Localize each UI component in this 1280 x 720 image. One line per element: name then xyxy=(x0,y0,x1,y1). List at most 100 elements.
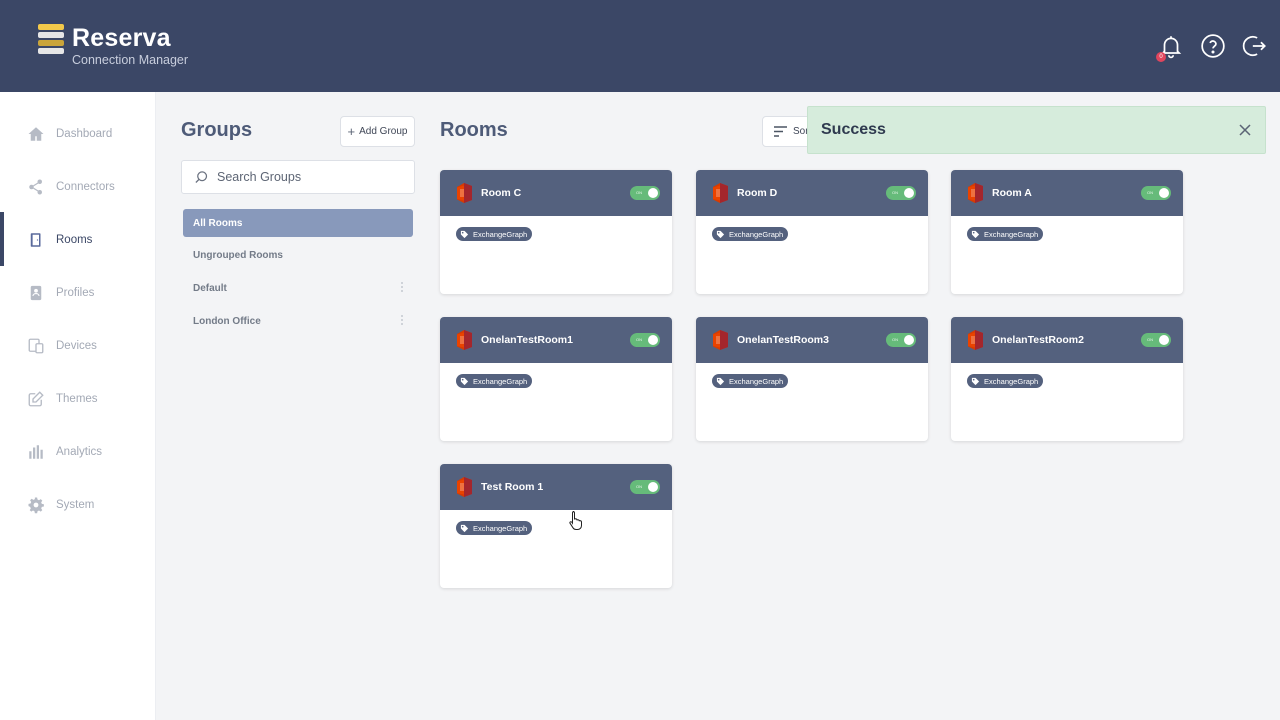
sidebar-item-label: System xyxy=(56,499,95,511)
room-enabled-toggle[interactable]: ON xyxy=(1141,333,1171,347)
group-item-default[interactable]: Default xyxy=(183,274,413,302)
connector-tag: ExchangeGraph xyxy=(712,227,789,241)
rooms-title: Rooms xyxy=(440,119,508,141)
toggle-knob xyxy=(648,335,658,345)
connector-tag-label: ExchangeGraph xyxy=(729,376,784,386)
sidebar-item-themes[interactable]: Themes xyxy=(0,379,156,419)
tag-icon xyxy=(716,377,725,385)
room-card[interactable]: OnelanTestRoom1 ON ExchangeGraph xyxy=(440,317,672,441)
group-item-london-office[interactable]: London Office xyxy=(183,307,413,335)
sidebar-item-devices[interactable]: Devices xyxy=(0,326,156,366)
toggle-label: ON xyxy=(892,337,898,342)
room-enabled-toggle[interactable]: ON xyxy=(886,333,916,347)
group-item-label: Ungrouped Rooms xyxy=(193,249,283,261)
logout-icon[interactable] xyxy=(1242,33,1268,59)
add-group-button[interactable]: + Add Group xyxy=(340,116,415,147)
office-logo-icon xyxy=(968,330,983,350)
room-card[interactable]: Test Room 1 ON ExchangeGraph xyxy=(440,464,672,588)
sidebar: Dashboard Connectors Rooms Profiles Devi… xyxy=(0,92,156,720)
office-logo-icon xyxy=(968,183,983,203)
tag-icon xyxy=(460,524,469,532)
devices-icon xyxy=(26,336,46,356)
room-card-header: OnelanTestRoom1 ON xyxy=(440,317,672,363)
connector-tag-label: ExchangeGraph xyxy=(473,376,528,386)
connector-tag-label: ExchangeGraph xyxy=(984,229,1039,239)
tag-icon xyxy=(971,377,980,385)
hand-pointer-cursor-icon xyxy=(569,511,582,530)
group-item-label: Default xyxy=(193,282,227,294)
toggle-label: ON xyxy=(636,484,642,489)
group-item-all-rooms[interactable]: All Rooms xyxy=(183,209,413,237)
group-item-label: All Rooms xyxy=(193,217,243,229)
brand-tagline: Connection Manager xyxy=(72,53,189,67)
plus-icon: + xyxy=(347,124,356,139)
sidebar-item-label: Themes xyxy=(56,393,98,405)
tag-icon xyxy=(716,230,725,238)
sidebar-item-rooms[interactable]: Rooms xyxy=(0,220,156,260)
close-icon[interactable] xyxy=(1237,122,1253,138)
toggle-knob xyxy=(1159,335,1169,345)
office-logo-icon xyxy=(713,330,728,350)
room-name: Test Room 1 xyxy=(481,481,544,493)
groups-title: Groups xyxy=(181,119,253,141)
room-enabled-toggle[interactable]: ON xyxy=(1141,186,1171,200)
gear-icon xyxy=(26,495,46,515)
room-card-header: OnelanTestRoom2 ON xyxy=(951,317,1183,363)
sidebar-item-label: Profiles xyxy=(56,287,95,299)
profile-icon xyxy=(26,283,46,303)
room-card[interactable]: Room A ON ExchangeGraph xyxy=(951,170,1183,294)
group-item-label: London Office xyxy=(193,315,261,327)
toggle-label: ON xyxy=(1147,190,1153,195)
sidebar-item-connectors[interactable]: Connectors xyxy=(0,167,156,207)
search-groups-field[interactable] xyxy=(181,160,415,194)
more-vertical-icon[interactable] xyxy=(400,282,403,294)
tag-icon xyxy=(460,377,469,385)
search-groups-input[interactable] xyxy=(217,170,397,184)
room-name: OnelanTestRoom2 xyxy=(992,334,1084,346)
connector-tag-label: ExchangeGraph xyxy=(473,229,528,239)
room-name: OnelanTestRoom3 xyxy=(737,334,829,346)
toggle-knob xyxy=(1159,188,1169,198)
add-group-label: Add Group xyxy=(359,126,408,137)
sidebar-item-label: Dashboard xyxy=(56,128,113,140)
room-enabled-toggle[interactable]: ON xyxy=(630,186,660,200)
room-enabled-toggle[interactable]: ON xyxy=(630,480,660,494)
room-name: Room D xyxy=(737,187,778,199)
toggle-knob xyxy=(904,188,914,198)
room-enabled-toggle[interactable]: ON xyxy=(630,333,660,347)
more-vertical-icon[interactable] xyxy=(400,315,403,327)
sidebar-item-label: Connectors xyxy=(56,181,115,193)
room-card-header: Room D ON xyxy=(696,170,928,216)
sidebar-item-system[interactable]: System xyxy=(0,485,156,525)
group-item-ungrouped-rooms[interactable]: Ungrouped Rooms xyxy=(183,241,413,269)
room-name: Room C xyxy=(481,187,522,199)
brand-name: Reserva xyxy=(72,24,171,52)
room-enabled-toggle[interactable]: ON xyxy=(886,186,916,200)
connector-tag: ExchangeGraph xyxy=(456,521,533,535)
sidebar-item-profiles[interactable]: Profiles xyxy=(0,273,156,313)
room-card[interactable]: OnelanTestRoom3 ON ExchangeGraph xyxy=(696,317,928,441)
office-logo-icon xyxy=(457,183,472,203)
sidebar-item-label: Rooms xyxy=(56,234,93,246)
connector-tag: ExchangeGraph xyxy=(967,227,1044,241)
room-card[interactable]: Room D ON ExchangeGraph xyxy=(696,170,928,294)
share-icon xyxy=(26,177,46,197)
connector-tag-label: ExchangeGraph xyxy=(473,523,528,533)
sidebar-item-label: Analytics xyxy=(56,446,103,458)
reserva-logo[interactable]: Reserva Connection Manager xyxy=(38,24,188,67)
sidebar-item-label: Devices xyxy=(56,340,97,352)
room-card[interactable]: Room C ON ExchangeGraph xyxy=(440,170,672,294)
top-header: Reserva Connection Manager 0 xyxy=(0,0,1280,92)
sidebar-item-dashboard[interactable]: Dashboard xyxy=(0,114,156,154)
room-card[interactable]: OnelanTestRoom2 ON ExchangeGraph xyxy=(951,317,1183,441)
search-icon xyxy=(195,170,208,183)
help-icon[interactable] xyxy=(1200,33,1226,59)
room-name: OnelanTestRoom1 xyxy=(481,334,573,346)
sidebar-item-analytics[interactable]: Analytics xyxy=(0,432,156,472)
room-card-header: Test Room 1 ON xyxy=(440,464,672,510)
tag-icon xyxy=(971,230,980,238)
sidebar-active-indicator xyxy=(0,212,4,266)
connector-tag-label: ExchangeGraph xyxy=(984,376,1039,386)
logo-stack-icon xyxy=(38,24,64,54)
connector-tag: ExchangeGraph xyxy=(712,374,789,388)
